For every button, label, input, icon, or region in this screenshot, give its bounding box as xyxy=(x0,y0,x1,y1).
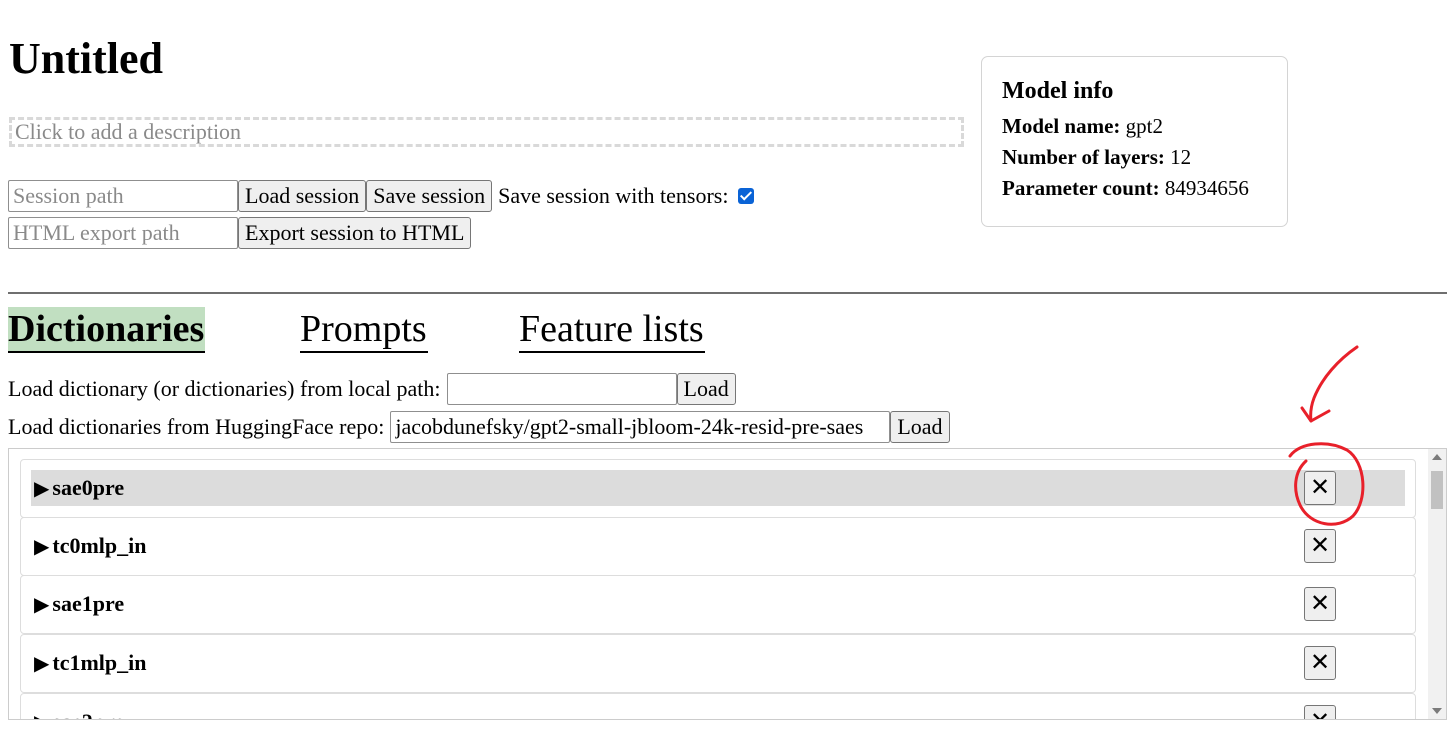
remove-dictionary-button[interactable]: ✕ xyxy=(1304,646,1336,680)
scrollbar-thumb[interactable] xyxy=(1431,471,1443,509)
dictionary-name: sae2pre xyxy=(52,709,124,719)
dictionary-name: tc0mlp_in xyxy=(52,533,147,558)
dictionary-summary[interactable]: ▶ tc1mlp_in xyxy=(31,645,1405,681)
dictionary-summary[interactable]: ▶ sae1pre xyxy=(31,586,1405,622)
dictionary-name: sae0pre xyxy=(52,475,125,500)
remove-dictionary-button[interactable]: ✕ xyxy=(1304,587,1336,621)
num-layers-value: 12 xyxy=(1170,145,1192,169)
hf-load-button[interactable]: Load xyxy=(890,411,950,443)
tab-feature-lists[interactable]: Feature lists xyxy=(519,307,705,353)
local-path-label: Load dictionary (or dictionaries) from l… xyxy=(8,376,441,401)
dictionary-list-scrollbar[interactable] xyxy=(1428,449,1446,719)
model-name-row: Model name: gpt2 xyxy=(1002,114,1163,138)
hf-dictionary-row: Load dictionaries from HuggingFace repo:… xyxy=(8,411,950,443)
expand-triangle-icon: ▶ xyxy=(34,593,50,616)
export-html-button[interactable]: Export session to HTML xyxy=(238,217,472,249)
remove-dictionary-button[interactable]: ✕ xyxy=(1304,705,1336,719)
tab-prompts[interactable]: Prompts xyxy=(300,307,428,353)
model-info-heading: Model info xyxy=(1002,78,1114,104)
hf-repo-input[interactable] xyxy=(390,411,891,443)
model-info-panel: Model info Model name: gpt2 Number of la… xyxy=(981,56,1288,227)
session-row: Load session Save session Save session w… xyxy=(8,180,755,212)
model-name-value: gpt2 xyxy=(1125,114,1163,138)
dictionary-item: ▶ sae2pre ✕ xyxy=(20,693,1416,720)
dictionary-summary[interactable]: ▶ sae2pre xyxy=(31,704,1405,720)
dictionary-item: ▶ tc0mlp_in ✕ xyxy=(20,517,1416,576)
dictionary-item: ▶ tc1mlp_in ✕ xyxy=(20,634,1416,693)
expand-triangle-icon: ▶ xyxy=(34,710,49,720)
expand-triangle-icon: ▶ xyxy=(34,477,50,500)
dictionary-item: ▶ sae1pre ✕ xyxy=(20,575,1416,634)
export-row: Export session to HTML xyxy=(8,217,472,249)
save-tensors-checkbox[interactable] xyxy=(738,188,755,204)
dictionary-name: tc1mlp_in xyxy=(52,650,147,675)
page-title: Untitled xyxy=(9,34,163,83)
scroll-down-icon[interactable] xyxy=(1432,708,1442,714)
tab-dictionaries[interactable]: Dictionaries xyxy=(8,307,206,353)
description-field[interactable]: Click to add a description xyxy=(9,117,964,147)
remove-dictionary-button[interactable]: ✕ xyxy=(1304,471,1336,505)
remove-dictionary-button[interactable]: ✕ xyxy=(1304,529,1336,563)
dictionary-name: sae1pre xyxy=(52,591,125,616)
param-count-row: Parameter count: 84934656 xyxy=(1002,176,1249,200)
hf-repo-label: Load dictionaries from HuggingFace repo: xyxy=(8,414,385,439)
local-load-button[interactable]: Load xyxy=(676,373,736,405)
save-session-button[interactable]: Save session xyxy=(366,180,493,212)
local-path-input[interactable] xyxy=(446,373,677,405)
dictionary-list: ▶ sae0pre ✕ ▶ tc0mlp_in ✕ ▶ sae1pre ✕ ▶ … xyxy=(8,448,1447,720)
dictionary-summary[interactable]: ▶ sae0pre xyxy=(31,470,1405,506)
session-path-input[interactable] xyxy=(8,180,238,212)
num-layers-row: Number of layers: 12 xyxy=(1002,145,1192,169)
expand-triangle-icon: ▶ xyxy=(34,535,50,558)
load-session-button[interactable]: Load session xyxy=(238,180,367,212)
divider xyxy=(8,292,1447,294)
annotation-arrow xyxy=(1309,345,1359,423)
dictionary-item: ▶ sae0pre ✕ xyxy=(20,459,1416,518)
annotation-arrowhead xyxy=(1300,406,1331,423)
save-tensors-label: Save session with tensors: xyxy=(498,183,729,208)
expand-triangle-icon: ▶ xyxy=(34,652,50,675)
scroll-up-icon[interactable] xyxy=(1432,454,1442,460)
dictionary-summary[interactable]: ▶ tc0mlp_in xyxy=(31,528,1405,564)
local-dictionary-row: Load dictionary (or dictionaries) from l… xyxy=(8,373,736,405)
param-count-value: 84934656 xyxy=(1164,176,1249,200)
html-export-path-input[interactable] xyxy=(8,217,238,249)
